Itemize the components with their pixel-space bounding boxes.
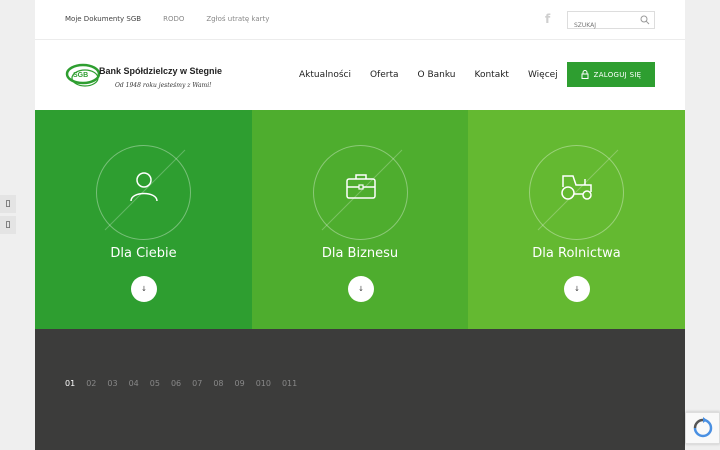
- link-rodo[interactable]: RODO: [163, 15, 184, 23]
- slide-page-10[interactable]: 010: [256, 379, 271, 388]
- slide-page-2[interactable]: 02: [86, 379, 96, 388]
- search-input[interactable]: [568, 17, 638, 34]
- login-label: ZALOGUJ SIĘ: [593, 70, 642, 79]
- nav-aktualnosci[interactable]: Aktualności: [299, 70, 351, 80]
- user-icon: [130, 172, 158, 202]
- bank-name: Bank Spółdzielczy w Stegnie: [99, 66, 223, 76]
- slide-page-11[interactable]: 011: [282, 379, 297, 388]
- main-nav: Aktualności Oferta O Banku Kontakt Więce…: [299, 70, 558, 80]
- accessibility-tab-1[interactable]: ▯: [0, 195, 16, 213]
- top-bar: Moje Dokumenty SGB RODO Zgłoś utratę kar…: [35, 0, 685, 40]
- slide-page-5[interactable]: 05: [150, 379, 160, 388]
- facebook-icon[interactable]: f: [545, 12, 550, 26]
- tractor-icon: [561, 175, 592, 200]
- header: SGB Bank Spółdzielczy w Stegnie Od 1948 …: [35, 40, 685, 110]
- briefcase-icon: [346, 174, 376, 199]
- search-icon[interactable]: [640, 15, 650, 25]
- arrow-down-icon: ↓: [358, 285, 364, 293]
- link-moje-dokumenty[interactable]: Moje Dokumenty SGB: [65, 15, 141, 23]
- bank-tagline: Od 1948 roku jesteśmy z Wami!: [115, 82, 212, 89]
- arrow-down-icon: ↓: [141, 285, 147, 293]
- segment-tiles: Dla Ciebie ↓ Dla Biznesu ↓ Dla Rolnictwa…: [35, 110, 685, 329]
- slide-page-1[interactable]: 01: [65, 379, 75, 388]
- link-zglos-utrate-karty[interactable]: Zgłoś utratę karty: [206, 15, 269, 23]
- slider-pagination: 01 02 03 04 05 06 07 08 09 010 011: [65, 379, 297, 388]
- tile-dla-biznesu[interactable]: Dla Biznesu ↓: [252, 110, 468, 329]
- top-links: Moje Dokumenty SGB RODO Zgłoś utratę kar…: [65, 15, 269, 23]
- nav-wiecej[interactable]: Więcej: [528, 70, 558, 80]
- contrast-icon: ▯: [5, 199, 11, 209]
- tile-dla-ciebie[interactable]: Dla Ciebie ↓: [35, 110, 252, 329]
- tile-title: Dla Ciebie: [110, 246, 177, 261]
- accessibility-tab-2[interactable]: ▯: [0, 216, 16, 234]
- slide-page-9[interactable]: 09: [235, 379, 245, 388]
- tile-title: Dla Rolnictwa: [532, 246, 621, 261]
- slider-section: 01 02 03 04 05 06 07 08 09 010 011: [35, 329, 685, 450]
- slide-page-8[interactable]: 08: [213, 379, 223, 388]
- arrow-down-button[interactable]: ↓: [348, 276, 374, 302]
- lock-icon: [581, 70, 589, 79]
- bank-logo[interactable]: SGB Bank Spółdzielczy w Stegnie Od 1948 …: [65, 60, 225, 95]
- nav-kontakt[interactable]: Kontakt: [475, 70, 509, 80]
- recaptcha-badge[interactable]: [685, 412, 720, 444]
- search-box: [567, 11, 655, 34]
- login-button[interactable]: ZALOGUJ SIĘ: [567, 62, 655, 87]
- tile-dla-rolnictwa[interactable]: Dla Rolnictwa ↓: [468, 110, 685, 329]
- tile-title: Dla Biznesu: [321, 246, 399, 261]
- nav-o-banku[interactable]: O Banku: [418, 70, 456, 80]
- arrow-down-button[interactable]: ↓: [564, 276, 590, 302]
- slide-page-7[interactable]: 07: [192, 379, 202, 388]
- slide-page-4[interactable]: 04: [129, 379, 139, 388]
- page: Moje Dokumenty SGB RODO Zgłoś utratę kar…: [35, 0, 685, 450]
- slide-page-6[interactable]: 06: [171, 379, 181, 388]
- svg-text:SGB: SGB: [73, 72, 88, 79]
- arrow-down-button[interactable]: ↓: [131, 276, 157, 302]
- slide-page-3[interactable]: 03: [107, 379, 117, 388]
- sgb-logo-icon: SGB: [65, 63, 101, 87]
- arrow-down-icon: ↓: [574, 285, 580, 293]
- font-size-icon: ▯: [5, 220, 11, 230]
- recaptcha-icon: [693, 417, 713, 438]
- nav-oferta[interactable]: Oferta: [370, 70, 399, 80]
